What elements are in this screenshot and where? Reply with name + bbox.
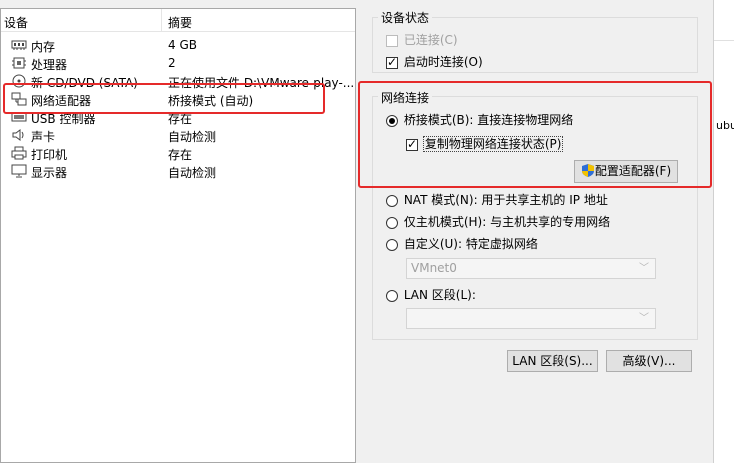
uac-shield-icon (581, 164, 594, 177)
connected-checkbox-box[interactable] (386, 34, 398, 47)
custom-network-select[interactable]: VMnet0 ﹀ (406, 258, 656, 279)
speaker-icon (12, 129, 24, 141)
column-separator[interactable] (161, 9, 162, 31)
device-name: 显示器 (31, 166, 68, 180)
device-row-network-adapter[interactable]: 网络适配器 桥接模式 (自动) (1, 90, 355, 108)
replicate-state-checkbox[interactable]: ✓ 复制物理网络连接状态(P) (406, 135, 564, 152)
device-summary: 4 GB (168, 38, 197, 52)
connect-at-power-on-checkbox-box[interactable]: ✓ (386, 54, 398, 69)
background-window-text: ubu (716, 119, 734, 132)
device-name: 声卡 (31, 130, 56, 144)
advanced-button-label: 高级(V)... (622, 354, 676, 368)
device-list-header: 设备 摘要 (1, 9, 355, 32)
host-only-radio[interactable]: 仅主机模式(H): 与主机共享的专用网络 (386, 213, 610, 230)
column-header-device[interactable]: 设备 (4, 14, 28, 31)
device-status-title: 设备状态 (378, 9, 433, 26)
chevron-down-icon: ﹀ (639, 263, 649, 274)
device-row-processor[interactable]: 处理器 2 (1, 54, 355, 72)
lan-segment-radio[interactable]: LAN 区段(L): (386, 286, 476, 303)
device-row-cd-dvd[interactable]: 新 CD/DVD (SATA) 正在使用文件 D:\VMware-play-..… (1, 72, 355, 90)
printer-icon (11, 146, 27, 160)
device-name: 内存 (31, 40, 56, 54)
background-divider (714, 40, 734, 41)
replicate-state-label: 复制物理网络连接状态(P) (422, 136, 564, 152)
nat-mode-radio-button[interactable] (386, 194, 398, 207)
device-summary: 自动检测 (168, 130, 217, 144)
connected-checkbox[interactable]: 已连接(C) (386, 31, 458, 48)
custom-network-select-value: VMnet0 (411, 261, 457, 275)
device-name: USB 控制器 (31, 112, 96, 126)
lan-segment-select[interactable]: ﹀ (406, 308, 656, 329)
host-only-label: 仅主机模式(H): 与主机共享的专用网络 (403, 215, 611, 229)
device-row-memory[interactable]: 内存 4 GB (1, 36, 355, 54)
connected-checkbox-label: 已连接(C) (403, 33, 458, 47)
device-row-sound-card[interactable]: 声卡 自动检测 (1, 126, 355, 144)
memory-icon (11, 40, 27, 50)
network-adapter-icon (11, 92, 27, 106)
background-window-strip: ubu (713, 0, 734, 463)
column-header-summary[interactable]: 摘要 (168, 14, 192, 31)
lan-segment-radio-button[interactable] (386, 289, 398, 302)
custom-network-radio[interactable]: 自定义(U): 特定虚拟网络 (386, 235, 538, 252)
monitor-icon (11, 164, 27, 178)
device-name: 处理器 (31, 58, 68, 72)
device-summary: 2 (168, 56, 176, 70)
cd-dvd-icon (12, 74, 26, 88)
bridged-mode-radio[interactable]: 桥接模式(B): 直接连接物理网络 (386, 111, 573, 128)
device-row-usb-controller[interactable]: USB 控制器 存在 (1, 108, 355, 126)
checkmark-icon: ✓ (407, 136, 418, 151)
nat-mode-label: NAT 模式(N): 用于共享主机的 IP 地址 (403, 193, 608, 207)
device-summary: 存在 (168, 112, 193, 126)
configure-adapters-button[interactable]: 配置适配器(F) (574, 160, 678, 183)
processor-icon (12, 57, 26, 69)
device-name: 新 CD/DVD (SATA) (31, 76, 138, 90)
configure-adapters-label: 配置适配器(F) (594, 164, 672, 178)
device-summary: 存在 (168, 148, 193, 162)
device-list: 设备 摘要 内存 4 GB 处理器 2 新 CD/DVD (SATA) 正在使用… (0, 8, 356, 463)
network-connection-title: 网络连接 (378, 89, 433, 106)
device-row-display[interactable]: 显示器 自动检测 (1, 162, 355, 180)
bridged-mode-label: 桥接模式(B): 直接连接物理网络 (403, 113, 574, 127)
advanced-button[interactable]: 高级(V)... (606, 350, 692, 372)
checkmark-icon: ✓ (387, 54, 398, 69)
connect-at-power-on-checkbox[interactable]: ✓ 启动时连接(O) (386, 53, 483, 70)
device-summary: 正在使用文件 D:\VMware-play-... (168, 76, 353, 90)
custom-network-radio-button[interactable] (386, 238, 398, 251)
device-summary: 桥接模式 (自动) (168, 94, 254, 108)
device-name: 网络适配器 (31, 94, 92, 108)
chevron-down-icon: ﹀ (639, 313, 649, 324)
replicate-state-checkbox-box[interactable]: ✓ (406, 136, 418, 151)
bridged-mode-radio-button[interactable] (386, 114, 398, 127)
device-summary: 自动检测 (168, 166, 217, 180)
usb-icon (11, 112, 27, 122)
connect-at-power-on-label: 启动时连接(O) (403, 55, 483, 69)
nat-mode-radio[interactable]: NAT 模式(N): 用于共享主机的 IP 地址 (386, 191, 608, 208)
lan-segments-button-label: LAN 区段(S)... (512, 354, 593, 368)
device-row-printer[interactable]: 打印机 存在 (1, 144, 355, 162)
device-name: 打印机 (31, 148, 68, 162)
host-only-radio-button[interactable] (386, 216, 398, 229)
lan-segments-button[interactable]: LAN 区段(S)... (507, 350, 598, 372)
custom-network-label: 自定义(U): 特定虚拟网络 (403, 237, 538, 251)
lan-segment-label: LAN 区段(L): (403, 288, 476, 302)
